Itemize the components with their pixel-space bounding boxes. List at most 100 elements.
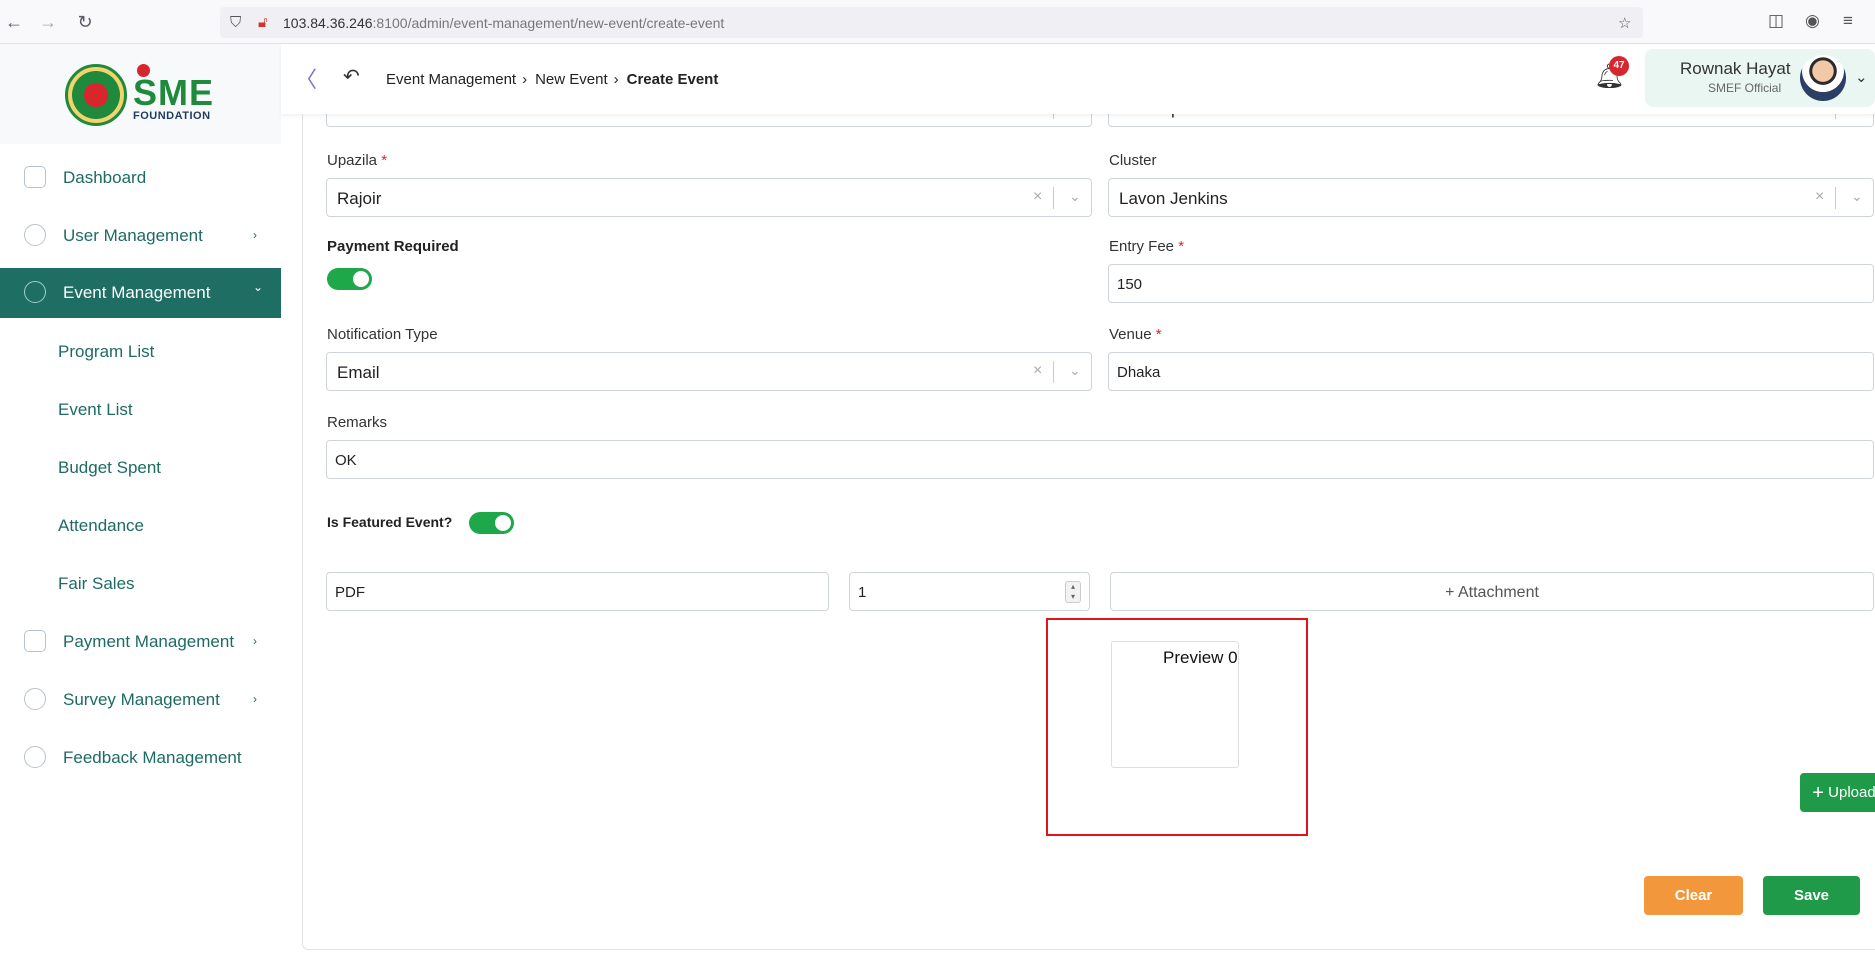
sidebar-subitem-fair-sales[interactable]: Fair Sales	[58, 574, 135, 594]
sidebar-item-survey-management[interactable]: Survey Management ›	[0, 675, 281, 725]
notification-type-select[interactable]: Email × ⌄	[326, 352, 1092, 391]
sidebar-item-payment-management[interactable]: Payment Management ›	[0, 617, 281, 667]
notification-type-value: Email	[337, 363, 380, 382]
number-stepper[interactable]: ▴ ▾	[1065, 581, 1081, 603]
featured-toggle[interactable]	[469, 512, 514, 534]
notification-badge: 47	[1609, 56, 1629, 76]
breadcrumb-item[interactable]: New Event	[535, 71, 608, 88]
url-text: 103.84.36.246:8100/admin/event-managemen…	[283, 15, 724, 31]
grid-icon	[24, 166, 46, 188]
event-icon	[24, 281, 46, 303]
remarks-input[interactable]: OK	[326, 440, 1874, 479]
breadcrumb-current: Create Event	[626, 71, 719, 88]
clear-icon[interactable]: ×	[1033, 362, 1042, 380]
back-arrow-icon[interactable]: ←	[2, 10, 26, 34]
featured-label: Is Featured Event?	[327, 514, 453, 530]
sidebar-item-user-management[interactable]: User Management ›	[0, 211, 281, 261]
chevron-down-icon[interactable]: ⌄	[1069, 362, 1081, 379]
upazila-label-text: Upazila	[327, 152, 378, 169]
url-path: :8100/admin/event-management/new-event/c…	[372, 15, 725, 31]
clear-icon[interactable]: ×	[1815, 188, 1824, 206]
create-event-form: Dhaka × ⌄ Madaripur × ⌄ Upazila * Rajoir…	[302, 88, 1875, 950]
payment-icon	[24, 630, 46, 652]
chevron-down-icon: ⌄	[253, 280, 264, 294]
select-divider	[1053, 361, 1054, 383]
browser-toolbar: ← → ↻ ⛉ 🔓︎ 103.84.36.246:8100/admin/even…	[0, 0, 1875, 44]
collapse-sidebar-icon[interactable]: 〈	[295, 62, 317, 94]
venue-value: Dhaka	[1117, 364, 1161, 381]
avatar	[1800, 55, 1846, 101]
required-mark: *	[381, 152, 388, 169]
undo-back-icon[interactable]: ↶	[343, 64, 360, 89]
cluster-label: Cluster	[1109, 152, 1157, 169]
file-type-input[interactable]: PDF	[326, 572, 829, 611]
payment-required-label: Payment Required	[327, 238, 459, 255]
cluster-select[interactable]: Lavon Jenkins × ⌄	[1108, 178, 1874, 217]
feedback-icon	[24, 746, 46, 768]
clear-icon[interactable]: ×	[1033, 188, 1042, 206]
upazila-value: Rajoir	[337, 189, 382, 208]
sidebar-item-label: Event Management	[63, 283, 211, 302]
entry-fee-value: 150	[1117, 276, 1143, 293]
sidebar-item-dashboard[interactable]: Dashboard	[0, 153, 281, 203]
sidebar-item-label: Feedback Management	[63, 748, 242, 767]
venue-input[interactable]: Dhaka	[1108, 352, 1874, 391]
main-content: Dhaka × ⌄ Madaripur × ⌄ Upazila * Rajoir…	[290, 88, 1875, 953]
upload-label: Upload	[1828, 784, 1875, 801]
menu-icon[interactable]: ≡	[1843, 11, 1853, 31]
save-button[interactable]: Save	[1763, 876, 1860, 915]
required-mark: *	[1155, 326, 1162, 343]
address-bar[interactable]: ⛉ 🔓︎ 103.84.36.246:8100/admin/event-mana…	[220, 7, 1643, 38]
preview-label: Preview 0	[1163, 648, 1238, 667]
sidebar-subitem-event-list[interactable]: Event List	[58, 400, 133, 420]
bookmark-star-icon[interactable]: ☆	[1618, 14, 1631, 32]
chevron-down-icon[interactable]: ⌄	[1069, 188, 1081, 205]
venue-label-text: Venue	[1109, 326, 1152, 343]
sidebar-item-label: Survey Management	[63, 690, 220, 709]
user-shield-icon	[24, 224, 46, 246]
clear-button[interactable]: Clear	[1644, 876, 1743, 915]
sidebar-item-event-management[interactable]: Event Management ⌄	[0, 268, 281, 318]
account-icon[interactable]: ◉	[1805, 11, 1820, 31]
sidebar-item-label: User Management	[63, 226, 203, 245]
insecure-lock-icon: 🔓︎	[258, 14, 268, 31]
sidebar-subitem-budget-spent[interactable]: Budget Spent	[58, 458, 161, 478]
pocket-icon[interactable]: ◫	[1768, 11, 1784, 31]
government-emblem-logo	[65, 64, 127, 126]
pie-icon	[24, 688, 46, 710]
user-role: SMEF Official	[1708, 81, 1782, 95]
upload-button[interactable]: + Upload	[1800, 773, 1875, 812]
remarks-label: Remarks	[327, 414, 388, 431]
upazila-select[interactable]: Rajoir × ⌄	[326, 178, 1092, 217]
entry-fee-label-text: Entry Fee	[1109, 238, 1175, 255]
file-count-input[interactable]: 1 ▴ ▾	[849, 572, 1090, 611]
sidebar-item-feedback-management[interactable]: Feedback Management	[0, 733, 281, 783]
chevron-right-icon: ›	[253, 228, 257, 242]
select-divider	[1053, 187, 1054, 209]
breadcrumb-item[interactable]: Event Management	[386, 71, 516, 88]
payment-required-toggle[interactable]	[327, 268, 372, 290]
required-mark: *	[1178, 238, 1185, 255]
add-attachment-button[interactable]: + Attachment	[1110, 572, 1874, 611]
logo-subtext: FOUNDATION	[133, 110, 211, 122]
reload-icon[interactable]: ↻	[73, 10, 97, 34]
chevron-right-icon: ›	[613, 71, 619, 88]
sidebar-subitem-attendance[interactable]: Attendance	[58, 516, 144, 536]
breadcrumb: Event Management › New Event › Create Event	[386, 71, 724, 88]
upazila-label: Upazila *	[327, 152, 387, 169]
venue-label: Venue *	[1109, 326, 1162, 343]
file-count-value: 1	[858, 584, 867, 601]
chevron-right-icon: ›	[253, 634, 257, 648]
chevron-down-icon[interactable]: ⌄	[1851, 188, 1863, 205]
entry-fee-input[interactable]: 150	[1108, 264, 1874, 303]
chevron-right-icon: ›	[522, 71, 528, 88]
shield-icon: ⛉	[230, 14, 242, 31]
chevron-down-icon: ⌄	[1855, 69, 1868, 86]
sidebar-subitem-program-list[interactable]: Program List	[58, 342, 154, 362]
cluster-value: Lavon Jenkins	[1119, 189, 1228, 208]
top-header: 〈 ↶ Event Management › New Event › Create Ev…	[281, 44, 1875, 114]
forward-arrow-icon[interactable]: →	[36, 10, 60, 34]
sme-foundation-logo[interactable]: SME FOUNDATION	[133, 64, 215, 124]
sidebar: SME FOUNDATION Dashboard User Management…	[0, 44, 281, 953]
user-menu[interactable]: Rownak Hayat SMEF Official ⌄	[1645, 49, 1875, 107]
